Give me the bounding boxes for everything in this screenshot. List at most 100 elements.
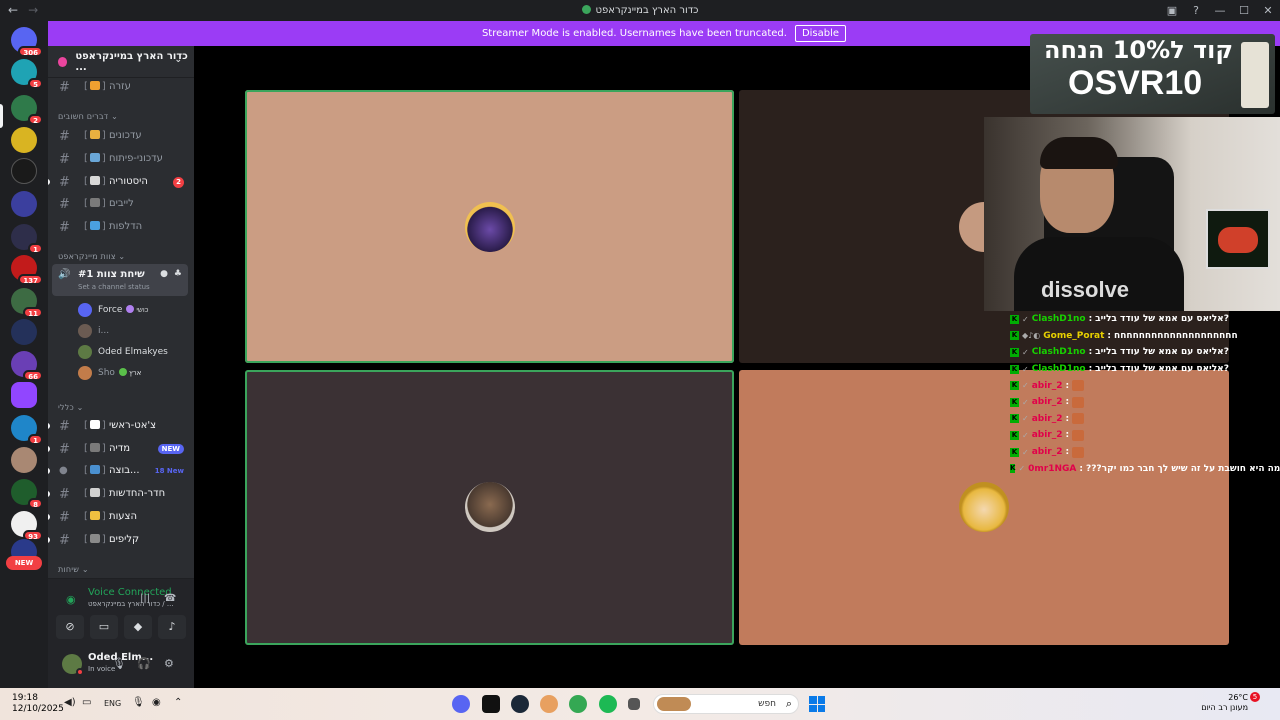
language-indicator[interactable]: ENG xyxy=(104,699,121,708)
taskbar-search[interactable]: חפש ⌕ xyxy=(653,694,799,714)
emoji-icon xyxy=(89,511,100,520)
signal-icon[interactable]: ◉ xyxy=(66,593,76,606)
screen-share-button[interactable]: ▭ xyxy=(90,615,118,639)
emoji-icon xyxy=(89,488,100,497)
server-icon[interactable]: 11 xyxy=(11,288,43,318)
kick-icon: K xyxy=(1010,397,1019,407)
shirt-print: dissolve xyxy=(1041,277,1130,302)
category-conversations[interactable]: שיחות ⌄ xyxy=(58,565,89,574)
add-member-icon[interactable]: ♣ xyxy=(174,269,182,279)
server-icon[interactable] xyxy=(11,158,37,184)
server-icon[interactable] xyxy=(11,319,37,345)
network-icon[interactable]: ▭ xyxy=(82,697,91,708)
member-tag: ארץ xyxy=(118,368,141,377)
channel-help[interactable]: # [] עזרה xyxy=(48,77,194,97)
direct-messages-icon[interactable]: 306 xyxy=(11,27,43,57)
chat-message: K ✓ abir_2: xyxy=(1010,444,1280,461)
server-icon[interactable]: 2 xyxy=(11,95,43,125)
headphones-icon[interactable]: 🎧 xyxy=(137,657,151,670)
participant-tile[interactable] xyxy=(245,90,734,363)
new-servers-pill[interactable]: NEW xyxy=(6,556,42,570)
server-icon[interactable]: 1 xyxy=(11,415,43,445)
clock[interactable]: 19:18 12/10/2025 xyxy=(12,693,64,715)
disconnect-icon[interactable]: ☎ xyxy=(164,593,176,604)
check-icon: ✓ xyxy=(1018,464,1026,474)
hash-icon: # xyxy=(59,80,70,95)
hash-icon: # xyxy=(59,419,70,434)
server-icon[interactable] xyxy=(11,191,37,217)
window-controls: ▣ ? — ☐ ✕ xyxy=(1160,0,1280,21)
channel-lives[interactable]: # [] לייבים xyxy=(48,194,194,214)
clock-date: 12/10/2025 xyxy=(12,704,64,714)
channel-leaks[interactable]: # [] הדלפות xyxy=(48,217,194,237)
category-general[interactable]: כללי ⌄ xyxy=(58,403,84,412)
chevron-up-icon[interactable]: ⌃ xyxy=(174,697,182,708)
activity-button[interactable]: ◆ xyxy=(124,615,152,639)
hair-shape xyxy=(1040,137,1118,169)
volume-icon[interactable]: ◀) xyxy=(64,697,76,708)
server-icon[interactable]: 137 xyxy=(11,255,43,285)
microphone-icon[interactable]: 🎙 xyxy=(112,657,126,670)
chevron-down-icon[interactable]: ⌄ xyxy=(174,55,182,65)
soundboard-button[interactable]: ♪ xyxy=(158,615,186,639)
server-icon[interactable]: 66 xyxy=(11,351,43,381)
chat-text: אליאס עם אמא של עודד בלייב? xyxy=(1095,364,1229,375)
discord-app-icon[interactable] xyxy=(452,695,470,713)
category-minecraft-team[interactable]: צוות מיינקראפט ⌄ xyxy=(58,252,125,261)
channel-suggestions[interactable]: # [] הצעות xyxy=(48,507,194,527)
app-icon[interactable] xyxy=(540,695,558,713)
unread-badge: 8 xyxy=(28,498,43,509)
minimize-button[interactable]: — xyxy=(1208,4,1232,17)
category-label: שיחות xyxy=(58,565,80,574)
channel-name: לייבים xyxy=(109,198,134,209)
channel-history[interactable]: # [] היסטוריה 2 xyxy=(48,172,194,192)
member-label: Force כושי xyxy=(98,305,149,315)
channel-news-room[interactable]: # [] חדר-החדשות xyxy=(48,484,194,504)
help-icon[interactable]: ? xyxy=(1184,4,1208,17)
member-name: Oded Elmakyes xyxy=(98,347,168,357)
windows-start-icon[interactable] xyxy=(809,696,825,712)
channel-main-chat[interactable]: # [] צ'אט-ראשי xyxy=(48,416,194,436)
promo-text: קוד ל10% הנחה xyxy=(1044,36,1234,64)
server-icon[interactable]: 1 xyxy=(11,224,43,254)
voice-channel-path[interactable]: כדור הארץ במיינקראפט / ... xyxy=(88,600,174,608)
channel-clips[interactable]: # [] קליפים xyxy=(48,530,194,550)
participant-tile[interactable] xyxy=(245,370,734,645)
chrome-app-icon[interactable] xyxy=(569,695,587,713)
category-label: כללי xyxy=(58,403,74,412)
channel-name: היסטוריה xyxy=(109,176,148,187)
voice-channel-team[interactable]: 🔊 שיחת צוות #1 Set a channel status ● ♣ xyxy=(52,264,188,296)
spotify-app-icon[interactable] xyxy=(599,695,617,713)
server-icon[interactable]: 8 xyxy=(11,479,43,509)
voice-connected-panel: ◉ Voice Connected כדור הארץ במיינקראפט /… xyxy=(48,578,194,642)
camera-off-button[interactable]: ⊘ xyxy=(56,615,84,639)
file-explorer-icon[interactable] xyxy=(628,698,640,710)
channel-status[interactable]: Set a channel status xyxy=(78,283,150,291)
maximize-button[interactable]: ☐ xyxy=(1232,4,1256,17)
inbox-icon[interactable]: ▣ xyxy=(1160,4,1184,17)
server-icon[interactable] xyxy=(11,447,37,473)
channel-dev-updates[interactable]: # [] עדכוני-פיתוח xyxy=(48,149,194,169)
server-icon[interactable]: 93 xyxy=(11,511,43,541)
gear-icon[interactable]: ⚙ xyxy=(164,657,174,670)
chat-bubble-icon[interactable]: ● xyxy=(160,269,168,279)
noise-suppression-icon[interactable]: ||| xyxy=(140,593,150,604)
capcut-app-icon[interactable] xyxy=(482,695,500,713)
hash-icon: # xyxy=(59,533,70,548)
channel-group[interactable]: ● [] בוצה... 18 New xyxy=(48,461,194,481)
weather-widget[interactable]: 26°C מעונן רב היום xyxy=(1200,693,1248,713)
discord-tray-icon[interactable]: ◉ xyxy=(152,697,161,708)
server-icon[interactable]: 5 xyxy=(11,59,43,89)
category-important[interactable]: דברים חשובים ⌄ xyxy=(58,112,118,121)
member-name: i... xyxy=(98,326,110,336)
steam-app-icon[interactable] xyxy=(511,695,529,713)
chat-message: K ✓ abir_2: xyxy=(1010,394,1280,411)
channel-updates[interactable]: # [] עדכונים xyxy=(48,126,194,146)
guild-header[interactable]: כדור הארץ במיינקראפט ... ⌄ xyxy=(48,46,194,78)
disable-button[interactable]: Disable xyxy=(794,25,847,42)
channel-media[interactable]: # [] מדיה NEW xyxy=(48,439,194,459)
close-button[interactable]: ✕ xyxy=(1256,4,1280,17)
microphone-icon[interactable]: 🎙 xyxy=(132,697,145,708)
server-icon[interactable] xyxy=(11,127,37,153)
twitch-icon[interactable] xyxy=(11,382,37,408)
